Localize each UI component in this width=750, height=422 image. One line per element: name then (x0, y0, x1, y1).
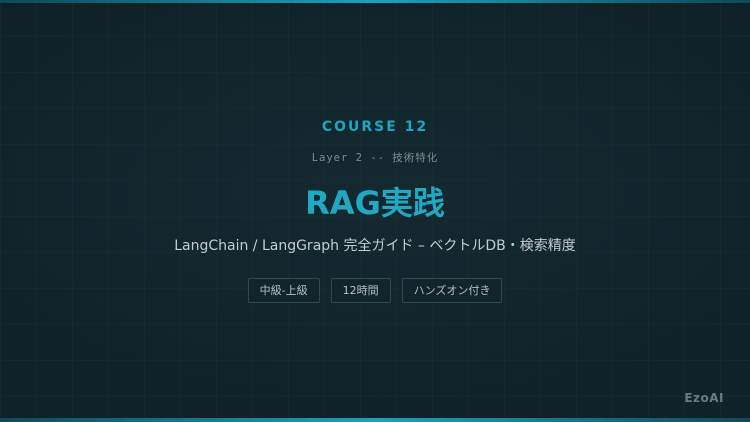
slide-title: RAG実践 (305, 184, 445, 222)
brand-watermark: EzoAI (684, 391, 724, 405)
top-accent-bar (0, 0, 750, 3)
tag-level: 中級-上級 (247, 278, 320, 303)
course-title-slide: COURSE 12 Layer 2 -- 技術特化 RAG実践 LangChai… (0, 0, 750, 422)
slide-subtitle: LangChain / LangGraph 完全ガイド – ベクトルDB・検索精… (174, 238, 576, 254)
bottom-accent-bar (0, 418, 750, 422)
tag-list: 中級-上級 12時間 ハンズオン付き (0, 278, 750, 303)
course-number: COURSE 12 (321, 119, 429, 135)
tag-duration: 12時間 (330, 278, 391, 303)
layer-label: Layer 2 -- 技術特化 (311, 152, 439, 164)
tag-hands-on: ハンズオン付き (401, 278, 503, 303)
